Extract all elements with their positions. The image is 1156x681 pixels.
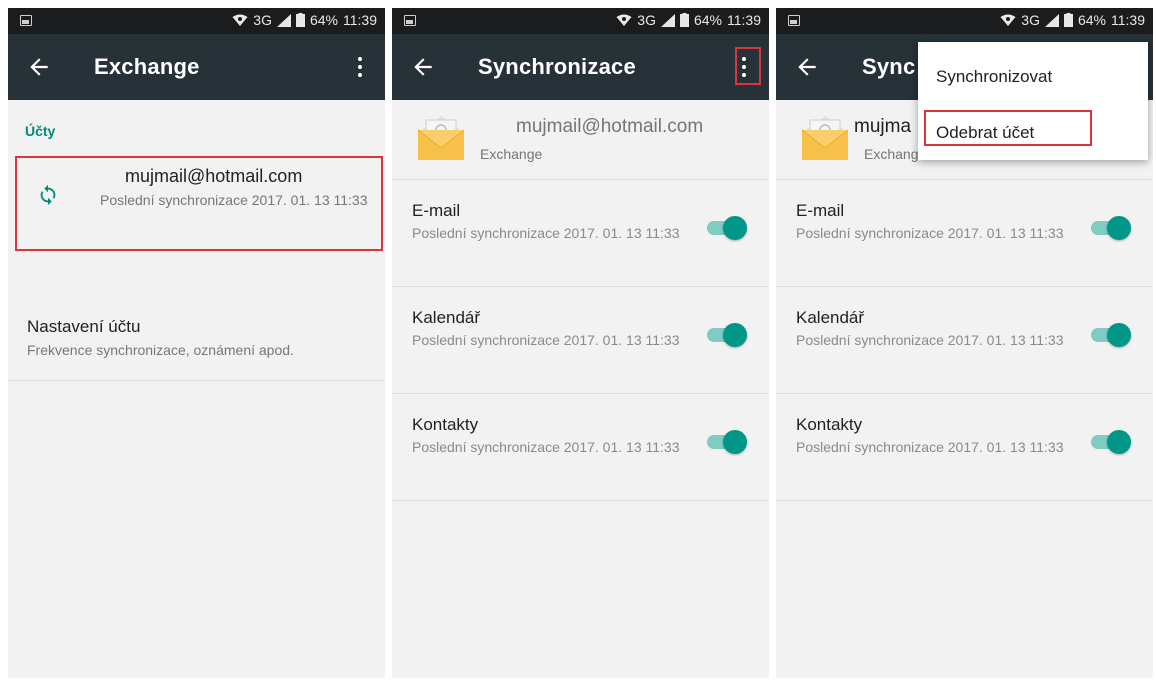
account-header: mujmail@hotmail.com Exchange (392, 100, 769, 180)
sync-toggle-email[interactable] (705, 215, 747, 241)
screen-sync-settings-menu-open: 3G 64% 11:39 Sync mujma Exchange E-mail … (776, 8, 1153, 678)
sync-toggle-contacts[interactable] (1089, 429, 1131, 455)
battery-level: 64% (1077, 12, 1106, 28)
sync-item-label: Kalendář (412, 308, 481, 327)
sync-item-last-sync: Poslední synchronizace 2017. 01. 13 11:3… (796, 332, 1064, 348)
battery-level: 64% (309, 12, 338, 28)
toolbar-title: Synchronizace (478, 54, 636, 79)
battery-icon (295, 13, 305, 27)
screen-sync-settings: 3G 64% 11:39 Synchronizace mujmail@hotma… (392, 8, 769, 678)
wifi-icon (1000, 14, 1016, 26)
email-envelope-icon (801, 116, 849, 160)
sync-item-last-sync: Poslední synchronizace 2017. 01. 13 11:3… (796, 439, 1064, 455)
clock: 11:39 (343, 12, 377, 28)
signal-icon (1044, 13, 1059, 27)
sync-toggle-email[interactable] (1089, 215, 1131, 241)
account-type: Exchange (864, 146, 927, 162)
highlight-box (924, 110, 1092, 146)
sync-item-label: E-mail (796, 201, 845, 220)
wifi-icon (616, 14, 632, 26)
settings-subtitle: Frekvence synchronizace, oznámení apod. (27, 342, 294, 358)
sync-item-label: Kontakty (412, 415, 479, 434)
menu-item-synchronize[interactable]: Synchronizovat (936, 67, 1052, 87)
gallery-notification-icon (788, 15, 800, 26)
back-arrow-icon[interactable] (794, 54, 820, 80)
screen-exchange-accounts: 3G 64% 11:39 Exchange Účty mujmail@hotma… (8, 8, 385, 678)
back-arrow-icon[interactable] (26, 54, 52, 80)
sync-item-label: Kalendář (796, 308, 865, 327)
highlight-box (735, 47, 761, 85)
toolbar-title: Sync (862, 54, 916, 79)
battery-icon (1063, 13, 1073, 27)
network-type: 3G (637, 12, 656, 28)
account-type: Exchange (480, 146, 543, 162)
network-type: 3G (253, 12, 272, 28)
network-type: 3G (1021, 12, 1040, 28)
sync-toggle-contacts[interactable] (705, 429, 747, 455)
account-settings-row[interactable]: Nastavení účtu Frekvence synchronizace, … (8, 303, 385, 381)
signal-icon (276, 13, 291, 27)
toolbar-title: Exchange (94, 54, 200, 79)
sync-item-email[interactable]: E-mail Poslední synchronizace 2017. 01. … (776, 181, 1153, 287)
sync-item-email[interactable]: E-mail Poslední synchronizace 2017. 01. … (392, 181, 769, 287)
status-bar: 3G 64% 11:39 (776, 8, 1153, 34)
email-envelope-icon (417, 116, 465, 160)
sync-item-last-sync: Poslední synchronizace 2017. 01. 13 11:3… (412, 332, 680, 348)
sync-item-last-sync: Poslední synchronizace 2017. 01. 13 11:3… (412, 225, 680, 241)
sync-item-calendar[interactable]: Kalendář Poslední synchronizace 2017. 01… (392, 288, 769, 394)
section-label-accounts: Účty (25, 123, 56, 139)
toolbar: Exchange (8, 34, 385, 100)
gallery-notification-icon (20, 15, 32, 26)
sync-item-last-sync: Poslední synchronizace 2017. 01. 13 11:3… (796, 225, 1064, 241)
sync-item-label: Kontakty (796, 415, 863, 434)
overflow-popup-menu: Synchronizovat Odebrat účet (918, 42, 1148, 160)
account-email: mujmail@hotmail.com (516, 116, 704, 137)
status-bar: 3G 64% 11:39 (8, 8, 385, 34)
sync-item-last-sync: Poslední synchronizace 2017. 01. 13 11:3… (412, 439, 680, 455)
clock: 11:39 (1111, 12, 1145, 28)
sync-toggle-calendar[interactable] (1089, 322, 1131, 348)
clock: 11:39 (727, 12, 761, 28)
status-bar: 3G 64% 11:39 (392, 8, 769, 34)
battery-icon (679, 13, 689, 27)
sync-item-contacts[interactable]: Kontakty Poslední synchronizace 2017. 01… (392, 395, 769, 501)
battery-level: 64% (693, 12, 722, 28)
settings-title: Nastavení účtu (27, 317, 141, 336)
sync-item-calendar[interactable]: Kalendář Poslední synchronizace 2017. 01… (776, 288, 1153, 394)
signal-icon (660, 13, 675, 27)
sync-item-contacts[interactable]: Kontakty Poslední synchronizace 2017. 01… (776, 395, 1153, 501)
overflow-menu-icon[interactable] (351, 54, 369, 80)
sync-toggle-calendar[interactable] (705, 322, 747, 348)
gallery-notification-icon (404, 15, 416, 26)
back-arrow-icon[interactable] (410, 54, 436, 80)
wifi-icon (232, 14, 248, 26)
highlight-box (15, 156, 383, 251)
account-email: mujma (854, 116, 912, 137)
toolbar: Synchronizace (392, 34, 769, 100)
sync-item-label: E-mail (412, 201, 461, 220)
